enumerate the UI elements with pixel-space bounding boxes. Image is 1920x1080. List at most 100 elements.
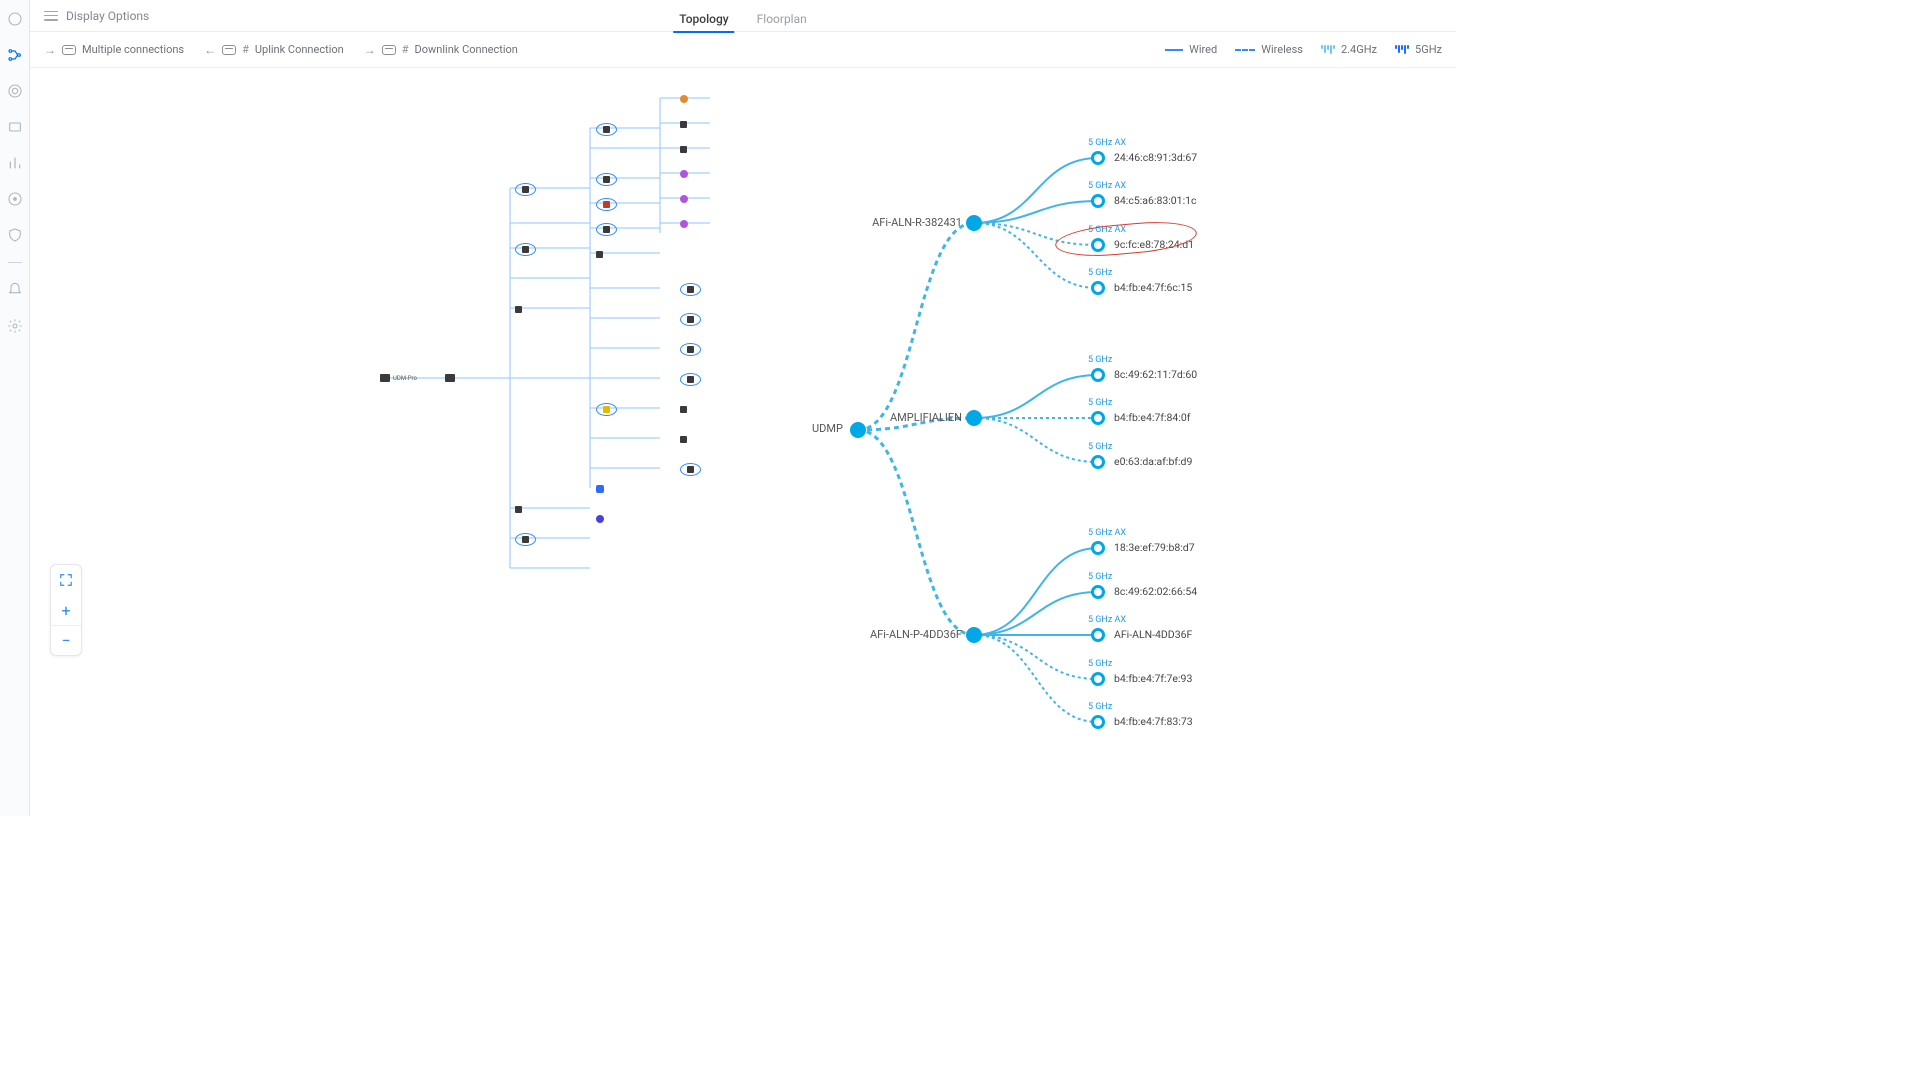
ap-node[interactable] <box>966 410 982 426</box>
client-node[interactable] <box>1091 238 1105 252</box>
wifi-icon[interactable] <box>6 190 24 208</box>
hash-icon <box>242 43 249 56</box>
view-tabs: Topology Floorplan <box>679 0 807 32</box>
hash-icon <box>402 43 409 56</box>
mini-client[interactable] <box>680 463 701 476</box>
mini-client[interactable] <box>680 195 688 203</box>
settings-icon[interactable] <box>6 317 24 335</box>
ghz24-swatch <box>1321 45 1335 54</box>
mini-root[interactable]: UDM-Pro <box>380 374 417 382</box>
mini-client[interactable] <box>680 170 688 178</box>
band-label: 5 GHz AX <box>1088 138 1126 148</box>
root-label: UDMP <box>812 422 843 435</box>
legend-downlink: Downlink Connection <box>364 43 518 57</box>
mini-client[interactable] <box>680 406 687 413</box>
arrow-right-icon <box>364 43 376 57</box>
zoom-out-button[interactable]: − <box>51 625 81 655</box>
dashboard-icon[interactable] <box>6 10 24 28</box>
root-node[interactable] <box>850 422 866 438</box>
band-label: 5 GHz <box>1088 442 1112 452</box>
legend-uplink: Uplink Connection <box>204 43 344 57</box>
ap-node[interactable] <box>966 215 982 231</box>
legend-wired: Wired <box>1165 43 1217 56</box>
client-node[interactable] <box>1091 541 1105 555</box>
client-label: 8c:49:62:11:7d:60 <box>1114 368 1197 381</box>
router-icon <box>382 45 396 55</box>
mini-client[interactable] <box>596 515 604 523</box>
router-icon <box>222 45 236 55</box>
client-node[interactable] <box>1091 715 1105 729</box>
ap-node[interactable] <box>966 627 982 643</box>
radar-icon[interactable] <box>6 82 24 100</box>
client-node[interactable] <box>1091 585 1105 599</box>
band-label: 5 GHz <box>1088 572 1112 582</box>
mini-node[interactable] <box>596 223 617 236</box>
fit-screen-button[interactable] <box>51 565 81 595</box>
mini-client[interactable] <box>680 373 701 386</box>
client-label: b4:fb:e4:7f:84:0f <box>1114 411 1190 424</box>
mini-switch[interactable] <box>445 374 455 382</box>
zoom-in-button[interactable]: + <box>51 595 81 625</box>
mini-node[interactable] <box>515 533 536 546</box>
topbar: Display Options Topology Floorplan <box>30 0 1456 32</box>
detail-topology[interactable]: UDMP AFi-ALN-R-382431 5 GHz AX 24:46:c8:91… <box>798 88 1278 728</box>
client-node[interactable] <box>1091 281 1105 295</box>
client-node[interactable] <box>1091 455 1105 469</box>
wireless-swatch <box>1235 49 1255 51</box>
sidebar-divider <box>8 262 22 263</box>
band-label: 5 GHz AX <box>1088 615 1126 625</box>
client-node[interactable] <box>1091 368 1105 382</box>
tab-topology[interactable]: Topology <box>679 12 728 32</box>
display-options-button[interactable]: Display Options <box>44 9 149 23</box>
mini-node[interactable] <box>515 506 522 513</box>
security-icon[interactable] <box>6 226 24 244</box>
devices-icon[interactable] <box>6 118 24 136</box>
band-label: 5 GHz <box>1088 398 1112 408</box>
overview-topology[interactable]: UDM-Pro <box>380 88 810 568</box>
mini-node[interactable] <box>515 183 536 196</box>
ghz5-swatch <box>1395 45 1409 54</box>
client-label: 9c:fc:e8:78:24:d1 <box>1114 238 1194 251</box>
mini-client[interactable] <box>680 313 701 326</box>
client-label: b4:fb:e4:7f:7e:93 <box>1114 672 1192 685</box>
client-node[interactable] <box>1091 628 1105 642</box>
client-node[interactable] <box>1091 411 1105 425</box>
mini-client[interactable] <box>680 343 701 356</box>
client-node[interactable] <box>1091 194 1105 208</box>
client-label: e0:63:da:af:bf:d9 <box>1114 455 1192 468</box>
mini-node[interactable] <box>515 306 522 313</box>
mini-client[interactable] <box>680 436 687 443</box>
mini-node[interactable] <box>596 123 617 136</box>
client-label: 24:46:c8:91:3d:67 <box>1114 151 1197 164</box>
client-label: 8c:49:62:02:66:54 <box>1114 585 1197 598</box>
mini-node[interactable] <box>596 251 603 258</box>
mini-node[interactable] <box>596 173 617 186</box>
band-label: 5 GHz <box>1088 702 1112 712</box>
zoom-controls: + − <box>50 564 82 656</box>
legend-wireless: Wireless <box>1235 43 1303 56</box>
mini-node[interactable] <box>596 403 617 416</box>
mini-client[interactable] <box>680 121 687 128</box>
topology-icon[interactable] <box>6 46 24 64</box>
client-node[interactable] <box>1091 672 1105 686</box>
notifications-icon[interactable] <box>6 281 24 299</box>
client-label: b4:fb:e4:7f:6c:15 <box>1114 281 1192 294</box>
display-options-label: Display Options <box>66 9 149 23</box>
tab-floorplan[interactable]: Floorplan <box>757 12 807 32</box>
legend-5ghz: 5GHz <box>1395 43 1442 56</box>
ap-label: AFi-ALN-R-382431 <box>872 216 962 229</box>
stats-icon[interactable] <box>6 154 24 172</box>
mini-client[interactable] <box>596 485 604 493</box>
mini-client[interactable] <box>680 95 688 103</box>
mini-client[interactable] <box>680 220 688 228</box>
mini-node[interactable] <box>515 243 536 256</box>
client-node[interactable] <box>1091 151 1105 165</box>
mini-client[interactable] <box>680 283 701 296</box>
mini-client[interactable] <box>680 146 687 153</box>
mini-node[interactable] <box>596 198 617 211</box>
client-label: 18:3e:ef:79:b8:d7 <box>1114 541 1195 554</box>
band-label: 5 GHz AX <box>1088 528 1126 538</box>
arrow-right-icon <box>44 43 56 57</box>
topology-canvas[interactable]: + − <box>30 68 1456 816</box>
ap-label: AFi-ALN-P-4DD36F <box>870 628 962 641</box>
